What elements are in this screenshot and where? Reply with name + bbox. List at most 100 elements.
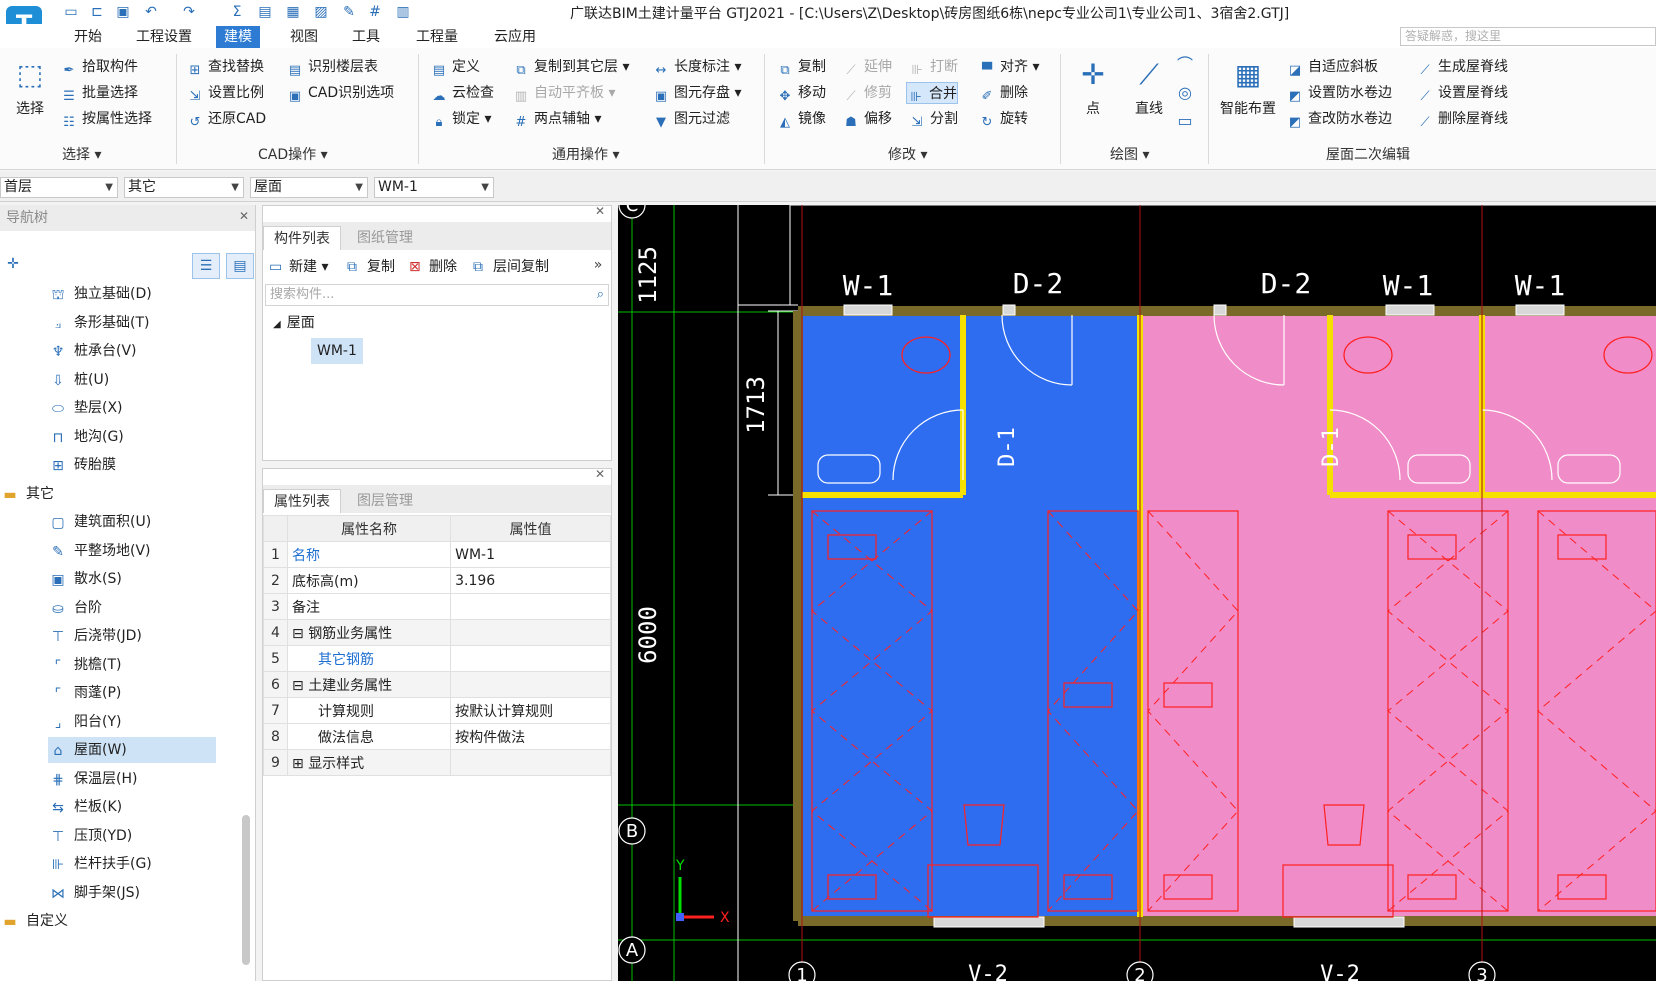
nav-item-pile[interactable]: ⇩ 桩(U) xyxy=(48,367,216,393)
break-button[interactable]: ⊪ 打断 xyxy=(908,56,958,78)
cloud-check-button[interactable]: ☁ 云检查 xyxy=(430,82,495,104)
tab-modeling[interactable]: 建模 xyxy=(216,26,260,48)
batch-select-button[interactable]: ☰ 批量选择 xyxy=(60,82,138,104)
copy-component-button[interactable]: ⧉ 复制 xyxy=(347,256,395,278)
point-draw-button[interactable]: ✛ 点 xyxy=(1068,56,1118,118)
collapse-icon[interactable]: ⊟ xyxy=(292,678,308,694)
adaptive-slope-slab-button[interactable]: ◪ 自适应斜板 xyxy=(1286,56,1378,78)
element-save-button[interactable]: ▣ 图元存盘 ▾ xyxy=(652,82,742,104)
cad-group-label[interactable]: CAD操作 ▾ xyxy=(258,144,328,166)
nav-item-pile-cap[interactable]: ♆ 桩承台(V) xyxy=(48,338,216,364)
define-button[interactable]: ▤ 定义 xyxy=(430,56,480,78)
grid-icon[interactable]: # xyxy=(366,3,384,21)
split-button[interactable]: ⇲ 分割 xyxy=(908,108,958,130)
detail-view-icon[interactable]: ▤ xyxy=(226,253,254,279)
auto-align-slab-button[interactable]: ▥ 自动平齐板 ▾ xyxy=(512,82,616,104)
nav-item-balcony[interactable]: ⌟ 阳台(Y) xyxy=(48,709,216,735)
expand-icon[interactable]: ⊞ xyxy=(292,756,308,772)
new-file-icon[interactable]: ▭ xyxy=(62,3,80,21)
report-icon[interactable]: ▤ xyxy=(256,3,274,21)
pick-component-button[interactable]: ✒ 拾取构件 xyxy=(60,56,138,78)
nav-item-parapet[interactable]: ⇆ 栏板(K) xyxy=(48,794,216,820)
component-search-input[interactable]: 搜索构件... ⌕ xyxy=(265,284,609,306)
identify-floor-table-button[interactable]: ▤ 识别楼层表 xyxy=(286,56,378,78)
nav-item-coping[interactable]: ⊤ 压顶(YD) xyxy=(48,823,216,849)
cad-options-button[interactable]: ▣ CAD识别选项 xyxy=(286,82,394,104)
find-replace-button[interactable]: ⊞ 查找替换 xyxy=(186,56,264,78)
set-waterproof-edge-button[interactable]: ◩ 设置防水卷边 xyxy=(1286,82,1392,104)
modify-group-label[interactable]: 修改 ▾ xyxy=(888,144,927,166)
nav-item-eave[interactable]: ⌜ 挑檐(T) xyxy=(48,652,216,678)
align-button[interactable]: ▀ 对齐 ▾ xyxy=(978,56,1039,78)
move-button[interactable]: ✥ 移动 xyxy=(776,82,826,104)
tab-project-settings[interactable]: 工程设置 xyxy=(128,26,200,48)
nav-item-site-leveling[interactable]: ✎ 平整场地(V) xyxy=(48,538,216,564)
nav-item-folder[interactable]: ▬ 其它 xyxy=(0,481,54,507)
nav-item-insulation[interactable]: ⋕ 保温层(H) xyxy=(48,766,216,792)
copy-to-other-floor-button[interactable]: ⧉ 复制到其它层 ▾ xyxy=(512,56,629,78)
property-row[interactable]: 5 其它钢筋 xyxy=(263,645,611,672)
tab-layer-management[interactable]: 图层管理 xyxy=(347,489,423,513)
close-icon[interactable]: ✕ xyxy=(239,205,249,227)
length-dimension-button[interactable]: ↔ 长度标注 ▾ xyxy=(652,56,742,78)
nav-scrollbar[interactable] xyxy=(242,815,250,965)
property-row[interactable]: 3 备注 xyxy=(263,593,611,620)
sum-icon[interactable]: Σ xyxy=(228,3,246,21)
more-icon[interactable]: » xyxy=(589,256,607,274)
tab-property-list[interactable]: 属性列表 xyxy=(263,489,341,513)
close-icon[interactable]: ✕ xyxy=(595,200,605,222)
mirror-button[interactable]: ◭ 镜像 xyxy=(776,108,826,130)
nav-item-trench[interactable]: ⊓ 地沟(G) xyxy=(48,424,216,450)
set-scale-button[interactable]: ⇲ 设置比例 xyxy=(186,82,264,104)
category-select[interactable]: 其它 ▼ xyxy=(124,177,244,198)
nav-item-step[interactable]: ⛀ 台阶 xyxy=(48,595,216,621)
component-tree-root[interactable]: ◢ 屋面 xyxy=(273,310,315,336)
rectangle-icon[interactable]: ▭ xyxy=(1176,112,1194,130)
property-row[interactable]: 6 ⊟ 土建业务属性 xyxy=(263,671,611,698)
cad-drawing[interactable]: 1125 1713 6000 C B A 1 2 3 W-1 D-2 D-2 W… xyxy=(618,205,1656,981)
select-group-label[interactable]: 选择 ▾ xyxy=(62,144,101,166)
tab-cloud[interactable]: 云应用 xyxy=(486,26,544,48)
nav-item-building-area[interactable]: ▢ 建筑面积(U) xyxy=(48,509,216,535)
nav-item-strip-footing[interactable]: ⟓ 条形基础(T) xyxy=(48,310,216,336)
edit-waterproof-edge-button[interactable]: ◩ 查改防水卷边 xyxy=(1286,108,1392,130)
set-ridge-button[interactable]: ⟋ 设置屋脊线 xyxy=(1416,82,1508,104)
redo-icon[interactable]: ↷ xyxy=(180,3,198,21)
rotate-button[interactable]: ↻ 旋转 xyxy=(978,108,1028,130)
nav-item-canopy[interactable]: ⌜ 雨蓬(P) xyxy=(48,680,216,706)
cad-drawing-canvas[interactable]: 1125 1713 6000 C B A 1 2 3 W-1 D-2 D-2 W… xyxy=(618,205,1656,981)
copy-button[interactable]: ⧉ 复制 xyxy=(776,56,826,78)
new-component-button[interactable]: ▭ 新建 ▾ xyxy=(269,256,328,278)
pink-roof-area[interactable] xyxy=(1140,311,1656,921)
floor-select[interactable]: 首层 ▼ xyxy=(0,177,118,198)
property-row[interactable]: 2 底标高(m) 3.196 xyxy=(263,567,611,594)
two-point-axis-button[interactable]: # 两点辅轴 ▾ xyxy=(512,108,602,130)
draw-group-label[interactable]: 绘图 ▾ xyxy=(1110,144,1149,166)
edit-icon[interactable]: ✎ xyxy=(340,3,358,21)
element-filter-button[interactable]: ▼ 图元过滤 xyxy=(652,108,730,130)
delete-component-button[interactable]: ⊠ 删除 xyxy=(409,256,457,278)
lock-button[interactable]: 🔒︎ 锁定 ▾ xyxy=(430,108,492,130)
copy-between-floors-button[interactable]: ⧉ 层间复制 xyxy=(473,256,549,278)
smart-layout-button[interactable]: ▦ 智能布置 xyxy=(1216,56,1280,118)
generate-ridge-button[interactable]: ⟋ 生成屋脊线 xyxy=(1416,56,1508,78)
blue-roof-area[interactable] xyxy=(802,311,1140,921)
trim-button[interactable]: ⟋ 修剪 xyxy=(842,82,892,104)
nav-item-scaffold[interactable]: ⋈ 脚手架(JS) xyxy=(48,880,216,906)
nav-item-post-cast-strip[interactable]: ⊤ 后浇带(JD) xyxy=(48,623,216,649)
collapse-icon[interactable]: ⊟ xyxy=(292,626,308,642)
select-by-property-button[interactable]: ☷ 按属性选择 xyxy=(60,108,152,130)
undo-icon[interactable]: ↶ xyxy=(142,3,160,21)
common-group-label[interactable]: 通用操作 ▾ xyxy=(552,144,619,166)
view-report-icon[interactable]: ▦ xyxy=(284,3,302,21)
property-row[interactable]: 1 名称 WM-1 xyxy=(263,541,611,568)
tab-component-list[interactable]: 构件列表 xyxy=(263,226,341,250)
nav-item-isolated-footing[interactable]: ⛫ 独立基础(D) xyxy=(48,281,216,307)
nav-item-brick-mold[interactable]: ⊞ 砖胎膜 xyxy=(48,452,216,478)
offset-button[interactable]: ☗ 偏移 xyxy=(842,108,892,130)
merge-button[interactable]: ⊪ 合并 xyxy=(906,82,958,105)
restore-cad-button[interactable]: ↺ 还原CAD xyxy=(186,108,267,130)
property-row[interactable]: 8 做法信息 按构件做法 xyxy=(263,723,611,750)
arc-icon[interactable]: ⌒ xyxy=(1176,56,1194,74)
property-row[interactable]: 7 计算规则 按默认计算规则 xyxy=(263,697,611,724)
